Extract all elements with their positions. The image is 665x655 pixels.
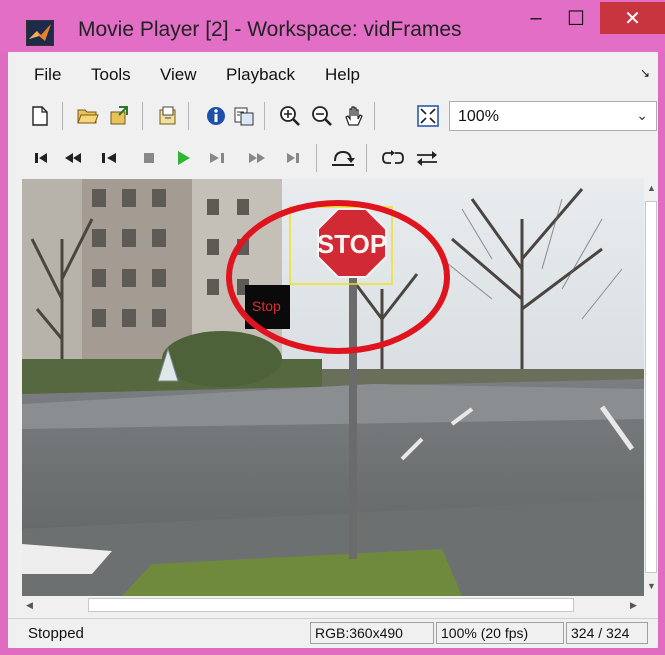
play-icon[interactable] xyxy=(172,146,194,170)
toolbar-separator xyxy=(316,144,317,172)
open-folder-icon[interactable] xyxy=(76,104,100,128)
stop-sign-text: STOP xyxy=(317,229,387,259)
vertical-scroll-thumb[interactable] xyxy=(645,201,657,573)
vertical-scrollbar[interactable]: ▲ ▼ xyxy=(644,179,658,599)
frame-counter: 324 / 324 xyxy=(566,622,648,644)
step-back-icon[interactable] xyxy=(98,146,120,170)
title-bar[interactable]: Movie Player [2] - Workspace: vidFrames … xyxy=(0,0,665,52)
menu-overflow-icon[interactable]: ↘ xyxy=(640,66,650,80)
close-button[interactable]: ✕ xyxy=(600,2,665,34)
toolbar-separator xyxy=(142,102,143,130)
menu-bar: File Tools View Playback Help ↘ xyxy=(8,52,658,92)
new-document-icon[interactable] xyxy=(28,104,52,128)
zoom-in-icon[interactable] xyxy=(278,104,302,128)
export-icon[interactable] xyxy=(156,104,180,128)
scroll-down-icon[interactable]: ▼ xyxy=(647,581,656,591)
menu-playback[interactable]: Playback xyxy=(226,65,295,85)
toolbar-separator xyxy=(188,102,189,130)
last-frame-icon[interactable] xyxy=(282,146,304,170)
horizontal-scroll-thumb[interactable] xyxy=(88,598,574,612)
scroll-left-icon[interactable]: ◀ xyxy=(26,600,33,611)
scroll-up-icon[interactable]: ▲ xyxy=(647,183,656,193)
autoreverse-icon[interactable] xyxy=(414,146,440,170)
movie-player-window: Movie Player [2] - Workspace: vidFrames … xyxy=(0,0,665,655)
horizontal-scrollbar[interactable]: ◀ ▶ xyxy=(22,596,644,614)
info-icon[interactable] xyxy=(204,104,228,128)
toolbar-separator xyxy=(62,102,63,130)
playback-toolbar xyxy=(8,138,658,178)
video-frame[interactable]: STOP Stop xyxy=(22,179,644,596)
toolbar-separator xyxy=(264,102,265,130)
toolbar-separator xyxy=(374,102,375,130)
menu-file[interactable]: File xyxy=(34,65,61,85)
first-frame-icon[interactable] xyxy=(30,146,52,170)
fit-to-window-icon[interactable] xyxy=(416,104,440,128)
fast-forward-icon[interactable] xyxy=(246,146,268,170)
chevron-down-icon[interactable]: ⌄ xyxy=(636,107,648,124)
import-icon[interactable] xyxy=(108,104,132,128)
stop-icon[interactable] xyxy=(138,146,160,170)
status-bar: Stopped RGB:360x490 100% (20 fps) 324 / … xyxy=(8,618,658,647)
toolbar-separator xyxy=(366,144,367,172)
zoom-level-select[interactable]: 100% ⌄ xyxy=(449,101,657,131)
rgb-dimensions: RGB:360x490 xyxy=(310,622,434,644)
properties-icon[interactable] xyxy=(232,104,256,128)
video-frame-image: STOP Stop xyxy=(22,179,644,596)
playback-status: Stopped xyxy=(28,625,84,642)
menu-help[interactable]: Help xyxy=(325,65,360,85)
zoom-fps: 100% (20 fps) xyxy=(436,622,564,644)
pan-hand-icon[interactable] xyxy=(342,104,366,128)
loop-icon[interactable] xyxy=(380,146,406,170)
maximize-button[interactable]: ☐ xyxy=(556,2,596,34)
scroll-right-icon[interactable]: ▶ xyxy=(630,600,637,611)
minimize-button[interactable]: – xyxy=(516,2,556,34)
menu-view[interactable]: View xyxy=(160,65,197,85)
matlab-logo-icon xyxy=(26,20,54,46)
zoom-out-icon[interactable] xyxy=(310,104,334,128)
step-forward-icon[interactable] xyxy=(206,146,228,170)
window-title: Movie Player [2] - Workspace: vidFrames xyxy=(78,18,462,41)
detection-label: Stop xyxy=(252,298,281,314)
menu-tools[interactable]: Tools xyxy=(91,65,131,85)
main-toolbar: 100% ⌄ xyxy=(8,94,658,136)
player-client-area: File Tools View Playback Help ↘ 100% ⌄ S… xyxy=(8,52,658,648)
jump-to-icon[interactable] xyxy=(330,146,356,170)
rewind-icon[interactable] xyxy=(62,146,84,170)
zoom-level-value: 100% xyxy=(458,108,499,125)
